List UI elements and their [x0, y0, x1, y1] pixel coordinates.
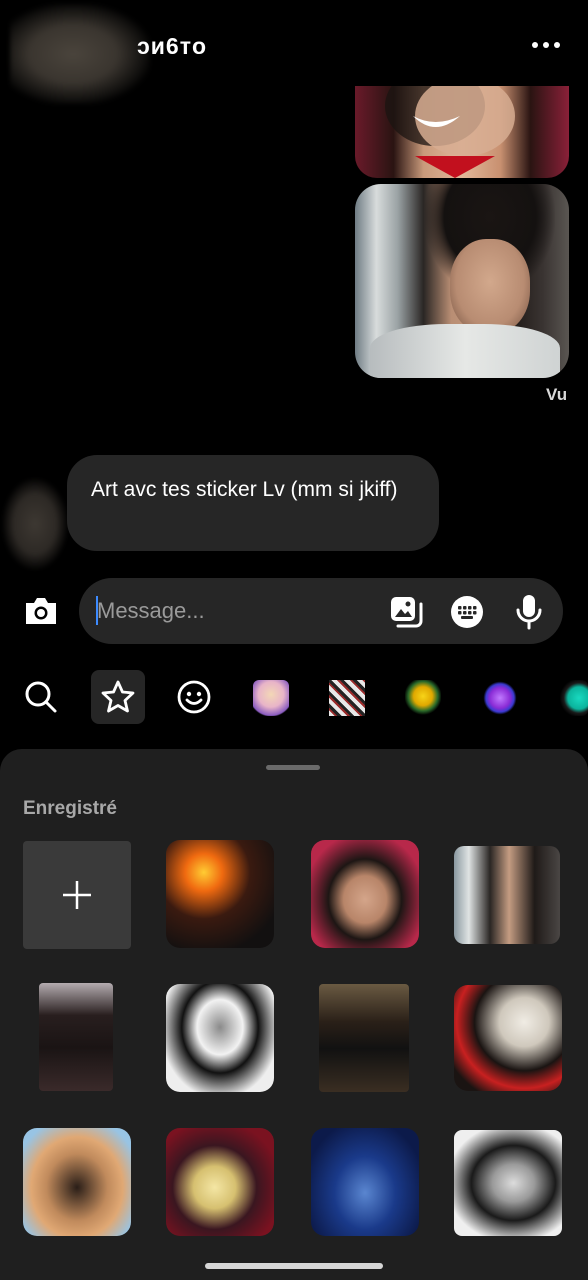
- tab-saved[interactable]: [91, 670, 145, 724]
- saved-sticker[interactable]: [39, 983, 113, 1091]
- saved-sticker[interactable]: [166, 984, 274, 1092]
- incoming-message-bubble[interactable]: Art avc tes sticker Lv (mm si jkiff): [67, 455, 439, 551]
- contact-avatar[interactable]: [10, 4, 150, 104]
- camera-icon: [26, 598, 56, 624]
- message-composer: [79, 578, 563, 644]
- sticker-button[interactable]: [449, 594, 485, 630]
- sticker-icon: [451, 596, 483, 628]
- more-horizontal-icon: [532, 42, 538, 48]
- chat-header: ᴐᴎ6ᴛo: [0, 0, 588, 104]
- saved-sticker[interactable]: [166, 840, 274, 948]
- contact-username[interactable]: ᴐᴎ6ᴛo: [137, 33, 207, 60]
- tab-emoji[interactable]: [167, 670, 221, 724]
- saved-sticker[interactable]: [23, 1128, 131, 1236]
- message-input[interactable]: [97, 588, 377, 634]
- sticker-pack-1[interactable]: [253, 680, 289, 716]
- section-title: Enregistré: [23, 798, 117, 819]
- saved-sticker[interactable]: [454, 1130, 562, 1236]
- gallery-button[interactable]: [388, 594, 424, 630]
- sticker-pack-5[interactable]: [558, 680, 588, 716]
- voice-message-button[interactable]: [511, 594, 547, 630]
- sent-photo-message[interactable]: [355, 184, 569, 378]
- add-sticker-button[interactable]: [23, 841, 131, 949]
- sheet-grabber[interactable]: [266, 765, 320, 770]
- sender-avatar[interactable]: [2, 478, 68, 570]
- smiley-icon: [177, 680, 211, 714]
- plus-icon: [63, 881, 91, 909]
- gallery-icon: [391, 597, 423, 628]
- saved-sticker[interactable]: [311, 840, 419, 948]
- sticker-pack-3[interactable]: [405, 680, 441, 716]
- tab-search[interactable]: [14, 670, 68, 724]
- saved-sticker[interactable]: [454, 846, 560, 944]
- saved-sticker[interactable]: [454, 985, 562, 1091]
- camera-button[interactable]: [20, 590, 62, 632]
- more-options-button[interactable]: [526, 36, 566, 54]
- sticker-sheet: Enregistré: [0, 749, 588, 1280]
- sticker-pack-4[interactable]: [482, 680, 518, 716]
- microphone-icon: [516, 595, 542, 630]
- saved-sticker[interactable]: [166, 1128, 274, 1236]
- saved-sticker[interactable]: [311, 1128, 419, 1236]
- search-icon: [25, 681, 57, 713]
- seen-status: Vu: [546, 385, 568, 404]
- sent-photo-message[interactable]: [355, 86, 569, 178]
- photo-content: [385, 86, 515, 178]
- saved-sticker[interactable]: [319, 984, 409, 1092]
- sticker-tabs: [0, 668, 588, 728]
- home-indicator[interactable]: [205, 1263, 383, 1269]
- sticker-pack-2[interactable]: [329, 680, 365, 716]
- star-icon: [101, 680, 135, 713]
